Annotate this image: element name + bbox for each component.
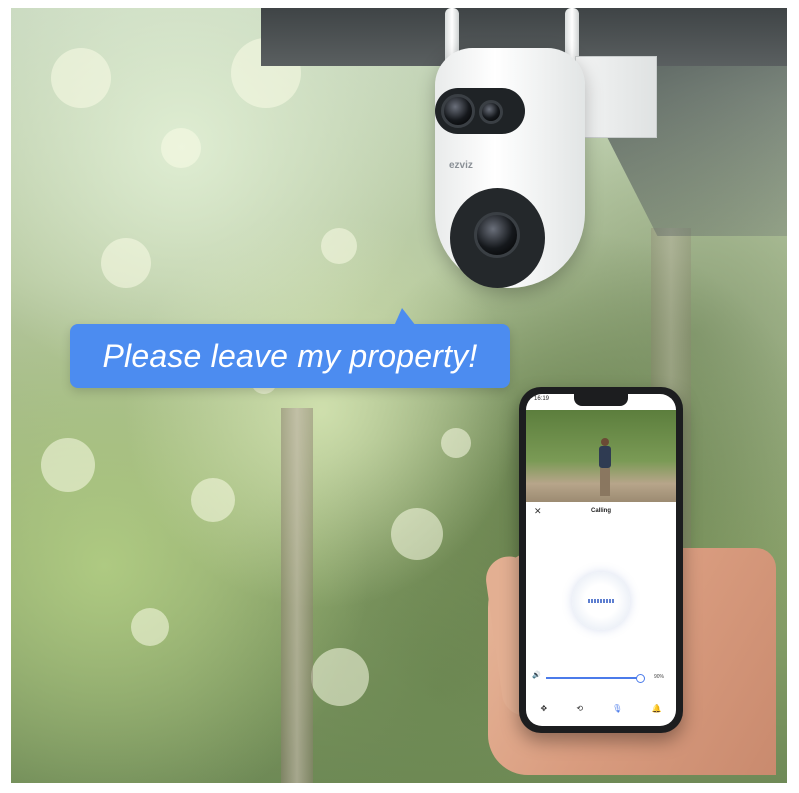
bokeh-light [191, 478, 235, 522]
loop-icon[interactable]: ⟲ [576, 704, 583, 713]
status-time: 16:19 [534, 396, 550, 402]
bokeh-light [391, 508, 443, 560]
voice-wave-icon [588, 599, 614, 603]
speech-bubble-text: Please leave my property! [102, 337, 478, 374]
bell-icon[interactable]: 🔔 [651, 704, 661, 713]
phone-notch [574, 394, 628, 406]
volume-slider-handle[interactable] [636, 674, 645, 683]
bokeh-light [311, 648, 369, 706]
live-video-feed [526, 410, 676, 502]
camera-brand-logo: ezviz [449, 160, 473, 171]
phone-screen: 16:19 ✕ Calling 🔊 90% ✥ ⟲ 🎙 🔔 [526, 394, 676, 726]
bokeh-light [441, 428, 471, 458]
bottom-toolbar: ✥ ⟲ 🎙 🔔 [526, 700, 676, 716]
pan-tilt-icon[interactable]: ✥ [541, 704, 548, 713]
screen-title: Calling [590, 508, 611, 514]
bokeh-light [131, 608, 169, 646]
bokeh-light [41, 438, 95, 492]
camera-dome [450, 188, 545, 288]
bokeh-light [161, 128, 201, 168]
bokeh-light [51, 48, 111, 108]
camera-lens-band [435, 88, 525, 134]
voice-indicator [572, 572, 630, 630]
camera-lens [441, 94, 475, 128]
camera-body: ezviz [435, 48, 585, 288]
speech-bubble: Please leave my property! [70, 308, 510, 388]
smartphone: 16:19 ✕ Calling 🔊 90% ✥ ⟲ 🎙 🔔 [519, 387, 683, 733]
person-in-feed [598, 438, 612, 498]
camera-sensor [479, 100, 503, 124]
volume-percent: 90% [654, 674, 665, 680]
camera-wall-mount [575, 56, 657, 138]
tree-trunk [281, 408, 313, 783]
bokeh-light [321, 228, 357, 264]
microphone-icon[interactable]: 🎙 [612, 704, 622, 713]
bokeh-light [101, 238, 151, 288]
image-frame: ezviz Please leave my property! 16:19 ✕ … [0, 0, 799, 793]
speaker-icon: 🔊 [532, 672, 541, 679]
volume-slider-track[interactable] [546, 677, 640, 679]
camera-dome-lens [474, 212, 520, 258]
volume-control: 🔊 90% [532, 672, 670, 684]
call-header: ✕ Calling [526, 506, 676, 522]
security-camera: ezviz [425, 8, 657, 293]
